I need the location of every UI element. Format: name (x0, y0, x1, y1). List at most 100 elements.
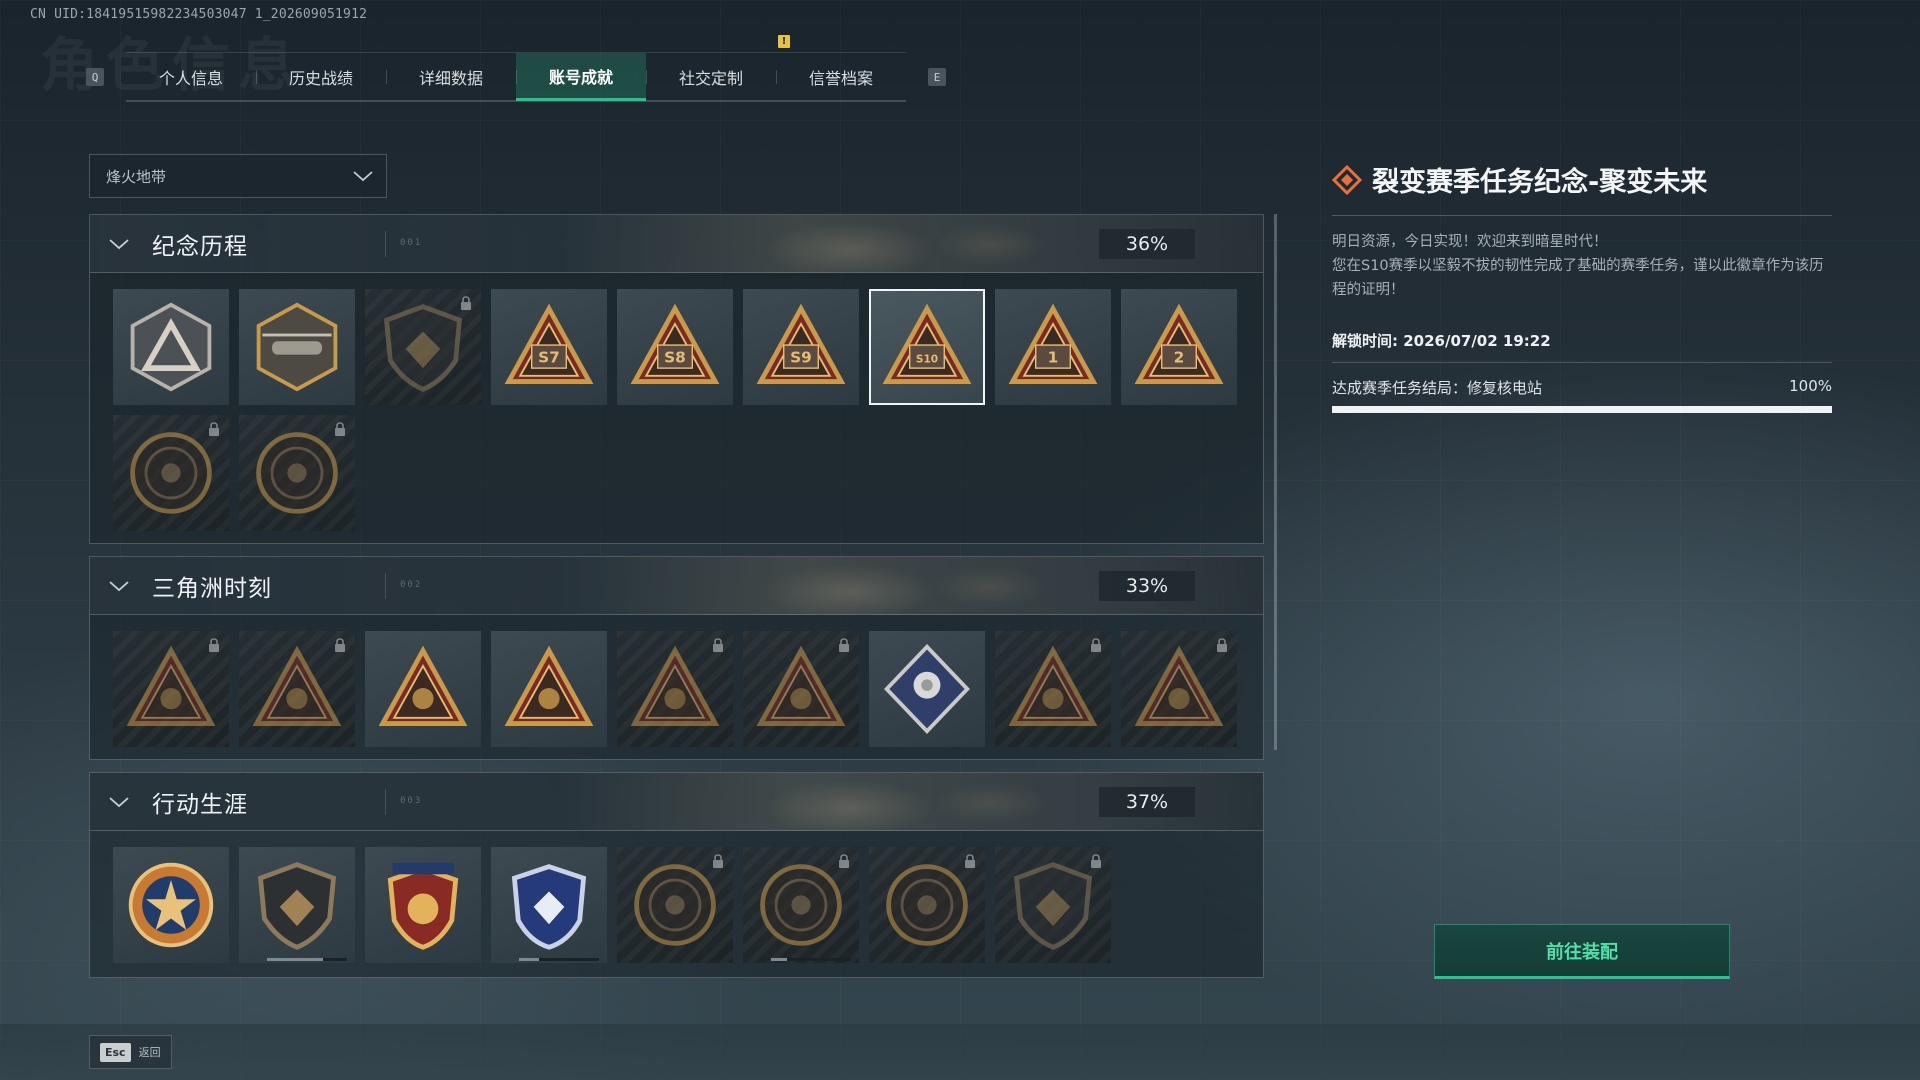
svg-text:S7: S7 (538, 348, 560, 366)
task-row: 达成赛季任务结局：修复核电站 100% (1332, 377, 1832, 398)
badge-slot[interactable] (995, 631, 1111, 747)
badge-slot[interactable]: S10 (869, 289, 985, 405)
badge-slot[interactable] (239, 415, 355, 531)
category-percent: 37% (1099, 787, 1195, 817)
badge-slot[interactable] (617, 631, 733, 747)
badge-slot[interactable] (617, 847, 733, 963)
category-header-operation-career[interactable]: 行动生涯 003 37% (90, 773, 1263, 831)
divider (385, 573, 386, 599)
dark-shield-emblem-icon (383, 304, 463, 392)
task-percent: 100% (1789, 377, 1832, 395)
description-line: 您在S10赛季以坚毅不拔的韧性完成了基础的赛季任务，谨以此徽章作为该历程的证明！ (1332, 258, 1824, 298)
collapse-chevron-icon[interactable] (108, 579, 138, 593)
task-progress-fill (1332, 406, 1832, 413)
team-triangle-icon (630, 645, 720, 726)
hands-triangle-icon (378, 645, 468, 726)
back-button[interactable]: Esc 返回 (89, 1035, 172, 1069)
divider (1332, 362, 1832, 363)
list-scrollbar[interactable] (1274, 214, 1277, 750)
tab-label: 信誉档案 (808, 69, 873, 88)
unlock-time: 解锁时间: 2026/07/02 19:22 (1332, 332, 1551, 350)
bottle-triangle-icon (126, 645, 216, 726)
collapse-chevron-icon[interactable] (108, 795, 138, 809)
category-header-delta-moments[interactable]: 三角洲时刻 002 33% (90, 557, 1263, 615)
badge-slot[interactable] (239, 631, 355, 747)
badge-grid: S7 S8 S9 S10 1 2 (90, 273, 1263, 531)
badge-slot[interactable] (239, 289, 355, 405)
badge-progress-track (267, 958, 347, 961)
description-line: 明日资源，今日实现！欢迎来到暗星时代！ (1332, 234, 1608, 250)
badge-slot[interactable] (869, 631, 985, 747)
runner-triangle-icon (252, 645, 342, 726)
season-s7-badge-icon: S7 (504, 303, 594, 384)
delta-force-seal-icon (130, 432, 212, 514)
mode-dropdown[interactable]: 烽火地带 (89, 154, 387, 198)
anniversary-1-badge-icon: 1 (1008, 303, 1098, 384)
badge-progress-track (771, 958, 851, 961)
badge-slot[interactable] (239, 847, 355, 963)
badge-slot[interactable] (995, 847, 1111, 963)
badge-progress-track (519, 958, 599, 961)
category-header-memorial[interactable]: 纪念历程 001 36% (90, 215, 1263, 273)
badge-slot[interactable] (365, 289, 481, 405)
category-title: 纪念历程 (152, 233, 248, 260)
badge-slot[interactable] (113, 289, 229, 405)
tab-4[interactable]: 社交定制! (646, 35, 790, 101)
badge-slot[interactable]: S7 (491, 289, 607, 405)
triangle-emblem-icon (130, 302, 212, 392)
bird-triangle-icon (1008, 645, 1098, 726)
badge-slot[interactable] (743, 847, 859, 963)
header-artwork (730, 215, 1110, 272)
detail-title-row: 裂变赛季任务纪念-聚变未来 (1332, 160, 1832, 199)
badge-slot[interactable]: S9 (743, 289, 859, 405)
season-s10-badge-icon: S10 (882, 303, 972, 384)
lock-icon (1217, 638, 1227, 652)
badge-slot[interactable]: S8 (617, 289, 733, 405)
tab-0[interactable]: 个人信息 (126, 53, 256, 101)
svg-text:2: 2 (1174, 348, 1185, 366)
badge-slot[interactable] (113, 631, 229, 747)
rose-diamond-icon (884, 643, 970, 735)
detail-title: 裂变赛季任务纪念-聚变未来 (1372, 167, 1708, 198)
tab-3[interactable]: 账号成就 (516, 53, 646, 101)
divider (1332, 215, 1832, 216)
tab-1[interactable]: 历史战绩 (256, 53, 386, 101)
lock-icon (965, 854, 975, 868)
round-seal-icon (634, 864, 716, 946)
category-title: 三角洲时刻 (152, 575, 272, 602)
detail-description: 明日资源，今日实现！欢迎来到暗星时代！ 您在S10赛季以坚毅不拔的韧性完成了基础的… (1332, 230, 1832, 302)
badge-slot[interactable] (491, 847, 607, 963)
category-title: 行动生涯 (152, 791, 248, 818)
star-medal-icon (128, 862, 214, 948)
tab-label: 社交定制 (678, 69, 743, 88)
tab-2[interactable]: 详细数据 (386, 53, 516, 101)
prev-tab-key-hint[interactable]: Q (86, 68, 104, 86)
lock-icon (713, 854, 723, 868)
divider (385, 231, 386, 257)
task-label: 达成赛季任务结局：修复核电站 (1332, 379, 1543, 397)
badge-slot[interactable] (365, 847, 481, 963)
badge-slot[interactable]: 2 (1121, 289, 1237, 405)
lock-icon (839, 854, 849, 868)
badge-slot[interactable] (1121, 631, 1237, 747)
badge-slot[interactable] (491, 631, 607, 747)
tab-5[interactable]: 信誉档案 (776, 53, 906, 101)
badge-slot[interactable]: 1 (995, 289, 1111, 405)
badge-slot[interactable] (113, 415, 229, 531)
mode-dropdown-value: 烽火地带 (106, 167, 167, 186)
next-tab-key-hint[interactable]: E (928, 68, 946, 86)
badge-slot[interactable] (113, 847, 229, 963)
badge-slot[interactable] (365, 631, 481, 747)
badge-slot[interactable] (743, 631, 859, 747)
lock-icon (209, 638, 219, 652)
go-equip-button[interactable]: 前往装配 (1434, 924, 1730, 979)
task-progress-track (1332, 406, 1832, 413)
lock-icon (335, 638, 345, 652)
collapse-chevron-icon[interactable] (108, 237, 138, 251)
tab-list: 个人信息 历史战绩 详细数据 账号成就 社交定制! 信誉档案 (126, 35, 906, 102)
back-label: 返回 (138, 1046, 161, 1059)
skull-triangle-icon (1134, 645, 1224, 726)
badge-slot[interactable] (869, 847, 985, 963)
svg-text:S9: S9 (790, 348, 812, 366)
esc-key-hint: Esc (100, 1042, 131, 1062)
